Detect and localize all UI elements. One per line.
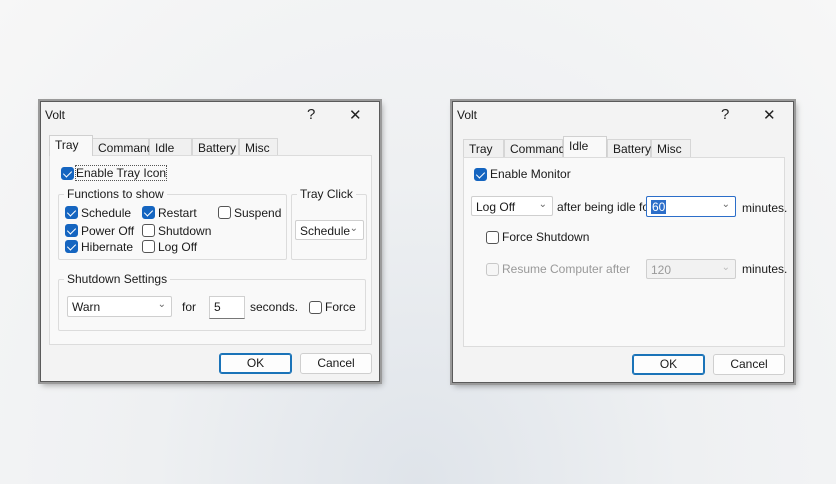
functions-group-label: Functions to show — [64, 187, 167, 201]
cancel-button[interactable]: Cancel — [300, 353, 372, 374]
idle-minutes-select[interactable]: 60 ⌄ — [646, 196, 736, 217]
minutes-label: minutes. — [742, 201, 788, 215]
hibernate-label: Hibernate — [81, 240, 134, 254]
shutdown-label: Shutdown — [158, 224, 212, 238]
idle-action-select[interactable]: Log Off ⌄ — [471, 196, 553, 216]
suspend-label: Suspend — [234, 206, 282, 220]
tab-tray[interactable]: Tray — [463, 139, 504, 157]
ok-button[interactable]: OK — [632, 354, 705, 375]
resume-computer-label: Resume Computer after — [502, 262, 631, 276]
hibernate-checkbox[interactable] — [65, 240, 78, 253]
chevron-down-icon: ⌄ — [721, 262, 730, 273]
power-off-checkbox[interactable] — [65, 224, 78, 237]
tab-command[interactable]: Command — [504, 139, 565, 157]
volt-dialog-tray: Volt ? ✕ Tray Command Idle Battery Misc … — [40, 101, 380, 382]
idle-minutes-value: 60 — [651, 200, 667, 214]
tab-idle[interactable]: Idle — [149, 138, 192, 156]
log-off-label: Log Off — [158, 240, 198, 254]
tab-panel: Enable Monitor Log Off ⌄ after being idl… — [463, 157, 788, 347]
tab-panel: Enable Tray Icon Functions to show Sched… — [49, 155, 372, 345]
close-button[interactable]: ✕ — [349, 106, 362, 124]
chevron-down-icon: ⌄ — [538, 199, 547, 210]
chevron-down-icon: ⌄ — [157, 299, 166, 310]
restart-checkbox[interactable] — [142, 206, 155, 219]
tab-tray[interactable]: Tray — [49, 135, 93, 156]
idle-action-value: Log Off — [476, 200, 516, 214]
tab-idle[interactable]: Idle — [563, 136, 607, 157]
force-label: Force — [325, 300, 356, 314]
help-button[interactable]: ? — [721, 106, 729, 123]
tray-click-group-label: Tray Click — [297, 187, 356, 201]
resume-minutes-value: 120 — [651, 263, 672, 277]
tray-click-value: Schedule — [300, 224, 351, 238]
tab-battery[interactable]: Battery — [607, 139, 651, 157]
schedule-label: Schedule — [81, 206, 132, 220]
shutdown-action-value: Warn — [72, 300, 101, 314]
log-off-checkbox[interactable] — [142, 240, 155, 253]
tab-misc[interactable]: Misc — [239, 138, 278, 156]
seconds-label: seconds. — [250, 300, 299, 314]
suspend-checkbox[interactable] — [218, 206, 231, 219]
schedule-checkbox[interactable] — [65, 206, 78, 219]
shutdown-checkbox[interactable] — [142, 224, 155, 237]
volt-dialog-idle: Volt ? ✕ Tray Command Idle Battery Misc … — [452, 101, 794, 383]
force-checkbox[interactable] — [309, 301, 322, 314]
chevron-down-icon: ⌄ — [721, 199, 730, 210]
force-shutdown-checkbox[interactable] — [486, 231, 499, 244]
enable-monitor-checkbox[interactable] — [474, 168, 487, 181]
after-idle-label: after being idle for — [557, 200, 654, 214]
for-label: for — [182, 300, 197, 314]
enable-monitor-label: Enable Monitor — [490, 167, 571, 181]
close-button[interactable]: ✕ — [763, 106, 776, 124]
seconds-input[interactable]: 5 — [209, 296, 245, 319]
enable-tray-icon-label: Enable Tray Icon — [74, 165, 168, 181]
dialog-title: Volt — [45, 108, 66, 122]
help-button[interactable]: ? — [307, 106, 315, 123]
shutdown-action-select[interactable]: Warn ⌄ — [67, 296, 172, 317]
cancel-button[interactable]: Cancel — [713, 354, 785, 375]
enable-tray-icon-checkbox[interactable] — [61, 167, 74, 180]
tab-misc[interactable]: Misc — [651, 139, 691, 157]
tab-command[interactable]: Command — [92, 138, 153, 156]
tray-click-select[interactable]: Schedule ⌄ — [295, 220, 364, 240]
ok-button[interactable]: OK — [219, 353, 292, 374]
dialog-title: Volt — [457, 108, 478, 122]
power-off-label: Power Off — [81, 224, 135, 238]
resume-minutes-select[interactable]: 120 ⌄ — [646, 259, 736, 279]
resume-minutes-label: minutes. — [742, 262, 788, 276]
restart-label: Restart — [158, 206, 197, 220]
resume-computer-checkbox[interactable] — [486, 263, 499, 276]
force-shutdown-label: Force Shutdown — [502, 230, 590, 244]
shutdown-settings-label: Shutdown Settings — [64, 272, 171, 286]
chevron-down-icon: ⌄ — [349, 223, 358, 234]
tab-battery[interactable]: Battery — [192, 138, 239, 156]
